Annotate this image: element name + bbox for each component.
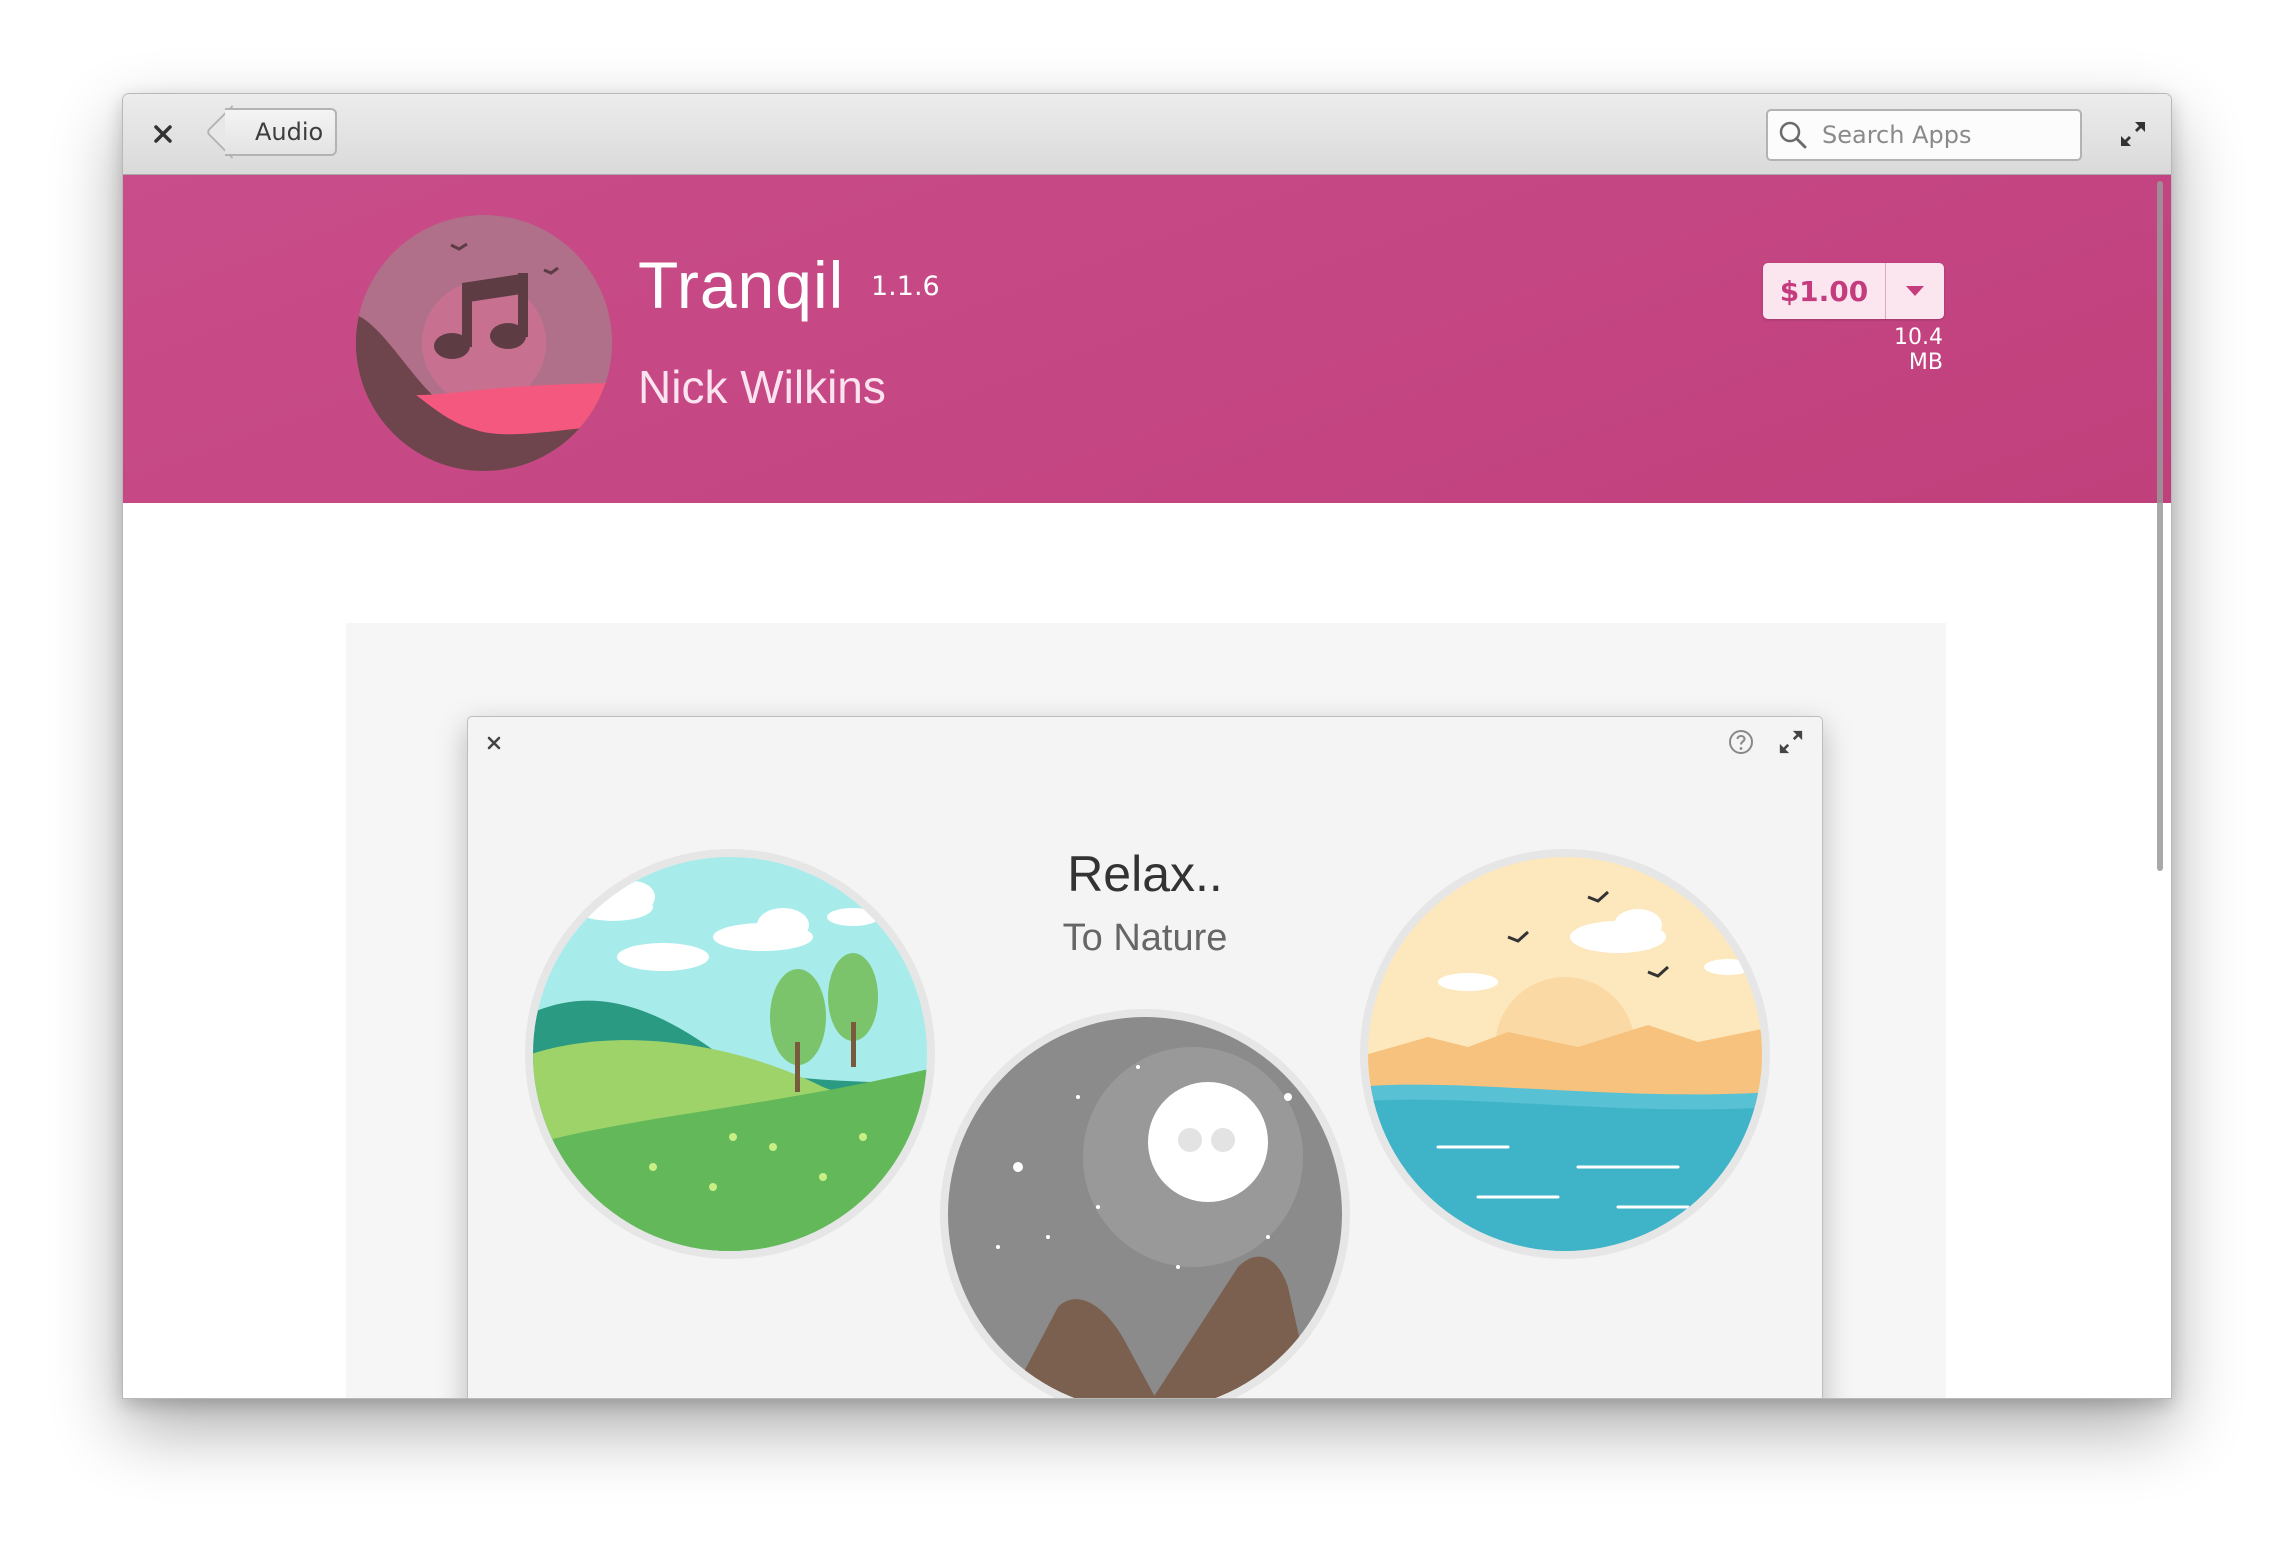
app-author: Nick Wilkins xyxy=(638,361,886,413)
close-icon xyxy=(154,125,172,143)
back-button-body: Audio xyxy=(225,108,338,156)
vertical-scrollbar[interactable] xyxy=(2157,181,2163,871)
window-maximize-button[interactable] xyxy=(2113,114,2153,154)
night-scene-image xyxy=(940,1009,1350,1398)
beach-scene-image xyxy=(1360,849,1770,1259)
maximize-icon xyxy=(2121,122,2145,146)
window-close-button[interactable] xyxy=(143,114,183,154)
app-icon xyxy=(356,215,612,471)
search-field[interactable] xyxy=(1766,109,2082,161)
back-button[interactable]: Audio xyxy=(205,105,338,159)
search-input[interactable] xyxy=(1820,120,2064,150)
search-icon xyxy=(1779,121,1807,149)
meadow-scene-image xyxy=(525,849,935,1259)
app-window: Audio Search Apps Tranqil 1.1.6 Nick Wil… xyxy=(122,93,2172,1399)
app-name: Tranqil xyxy=(638,248,845,322)
close-icon xyxy=(487,736,501,750)
purchase-button-group: $1.00 xyxy=(1763,263,1944,319)
help-icon xyxy=(1729,730,1753,754)
headerbar: Audio xyxy=(123,94,2171,175)
chevron-down-icon xyxy=(1906,286,1924,296)
app-details: Relax.. To Nature xyxy=(123,181,2171,1398)
maximize-icon xyxy=(1779,730,1803,754)
screenshot-app-window: Relax.. To Nature xyxy=(467,716,1823,1398)
price-dropdown-button[interactable] xyxy=(1886,263,1944,319)
app-size: 10.4 MB xyxy=(1894,325,1943,375)
back-button-label: Audio xyxy=(255,118,324,146)
price-button[interactable]: $1.00 xyxy=(1763,263,1886,319)
app-version: 1.1.6 xyxy=(871,271,940,302)
app-banner: Tranqil 1.1.6 Nick Wilkins $1.00 10.4 MB xyxy=(123,175,2171,503)
